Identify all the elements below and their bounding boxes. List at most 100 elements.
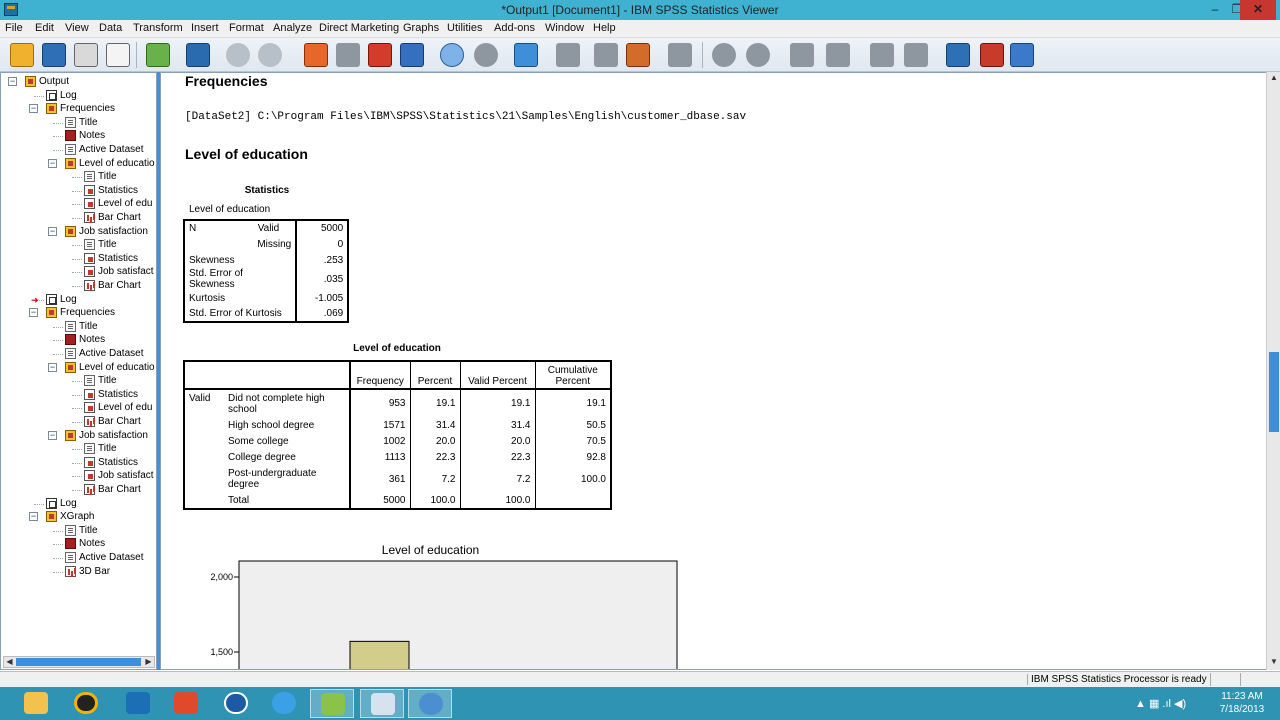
use-sets-icon[interactable] (514, 43, 538, 67)
document-icon (65, 320, 76, 332)
tree-collapse-toggle[interactable]: − (48, 430, 57, 440)
paint-app-icon[interactable] (310, 689, 354, 718)
tree-collapse-toggle[interactable]: − (48, 362, 57, 372)
internet-explorer-icon[interactable] (262, 689, 306, 718)
tree-collapse-toggle[interactable]: − (29, 308, 38, 318)
stat-label: Std. Error of Skewness (189, 268, 243, 290)
taskbar: ▲ ▦ .ıl ◀) 11:23 AM 7/18/2013 (0, 687, 1280, 720)
toolbar-separator (702, 42, 703, 68)
collapse-minus-icon[interactable] (826, 43, 850, 67)
show-icon[interactable] (870, 43, 894, 67)
stat-value: -1.005 (295, 290, 349, 306)
menu-analyze[interactable]: Analyze (273, 22, 312, 34)
menu-add-ons[interactable]: Add-ons (494, 22, 535, 34)
undo-icon[interactable] (226, 43, 250, 67)
scroll-right-arrow-icon[interactable]: ▶ (143, 657, 154, 667)
arrow-left-icon[interactable] (712, 43, 736, 67)
scroll-left-arrow-icon[interactable]: ◀ (4, 657, 15, 667)
scroll-down-arrow-icon[interactable]: ▼ (1267, 656, 1280, 668)
expand-plus-icon[interactable] (790, 43, 814, 67)
menu-data[interactable]: Data (99, 22, 122, 34)
output-heading: Frequencies (185, 73, 268, 89)
table-icon (84, 198, 95, 210)
system-tray[interactable]: ▲ ▦ .ıl ◀) (1135, 697, 1186, 710)
menu-graphs[interactable]: Graphs (403, 22, 439, 34)
run-script-icon[interactable] (626, 43, 650, 67)
redo-icon[interactable] (258, 43, 282, 67)
table-icon (84, 252, 95, 264)
scroll-thumb[interactable] (16, 658, 141, 666)
output-pane[interactable]: Frequencies [DataSet2] C:\Program Files\… (160, 72, 1267, 670)
notes-icon (65, 538, 76, 550)
print-icon[interactable] (74, 43, 98, 67)
minimize-button[interactable]: – (1204, 0, 1226, 20)
tree-horizontal-scrollbar[interactable]: ◀ ▶ (3, 656, 155, 668)
tree-collapse-toggle[interactable]: − (29, 512, 38, 522)
menu-direct-marketing[interactable]: Direct Marketing (319, 22, 399, 34)
find-icon[interactable] (440, 43, 464, 67)
document-icon (65, 552, 76, 563)
menu-help[interactable]: Help (593, 22, 616, 34)
goto-case-icon[interactable] (336, 43, 360, 67)
variables-icon[interactable] (400, 43, 424, 67)
clock[interactable]: 11:23 AM 7/18/2013 (1212, 690, 1272, 716)
book-icon (46, 103, 57, 115)
stat-value: .035 (295, 268, 349, 290)
insert-title-icon[interactable] (946, 43, 970, 67)
menu-edit[interactable]: Edit (35, 22, 54, 34)
hp-icon[interactable] (214, 689, 258, 718)
book-icon (65, 157, 76, 169)
table-icon (84, 470, 95, 482)
menu-transform[interactable]: Transform (133, 22, 183, 34)
menu-format[interactable]: Format (229, 22, 264, 34)
demote-icon[interactable] (594, 43, 618, 67)
close-button[interactable]: ✕ (1240, 0, 1276, 20)
cum-cell: 100.0 (534, 465, 611, 493)
hide-icon[interactable] (904, 43, 928, 67)
menu-utilities[interactable]: Utilities (447, 22, 482, 34)
outline-pane[interactable]: − Output Log − Frequencies Title Notes Active D… (0, 72, 157, 670)
save-icon[interactable] (42, 43, 66, 67)
freq-cell: 953 (349, 389, 410, 417)
photo-app-icon[interactable] (164, 689, 208, 718)
file-explorer-icon[interactable] (14, 689, 58, 718)
show-all-icon[interactable] (474, 43, 498, 67)
print-preview-icon[interactable] (106, 43, 130, 67)
media-player-icon[interactable] (64, 689, 108, 718)
menu-file[interactable]: File (5, 22, 23, 34)
frequency-table[interactable]: Frequency Percent Valid Percent Cumulati… (183, 360, 612, 510)
bar-chart[interactable]: 2,000 1,500 (183, 557, 683, 670)
menu-insert[interactable]: Insert (191, 22, 219, 34)
vertical-scrollbar[interactable]: ▲ ▼ (1266, 72, 1280, 670)
chart-title: Level of education (381, 543, 480, 557)
menu-view[interactable]: View (65, 22, 89, 34)
arrow-right-icon[interactable] (746, 43, 770, 67)
tree-collapse-toggle[interactable]: − (48, 158, 57, 168)
recall-dialog-icon[interactable] (186, 43, 210, 67)
scroll-up-arrow-icon[interactable]: ▲ (1267, 72, 1280, 84)
designate-window-icon[interactable] (1010, 43, 1034, 67)
tree-node-label: Statistics (98, 252, 139, 264)
spss-data-editor-icon[interactable] (360, 689, 404, 718)
plot-area (238, 560, 678, 669)
menu-window[interactable]: Window (545, 22, 584, 34)
insert-heading-icon[interactable] (668, 43, 692, 67)
tree-connector (53, 340, 63, 342)
statistics-table[interactable]: N Valid 5000 Missing 0 Skewness .253 Std.… (183, 219, 350, 323)
tree-collapse-toggle[interactable]: − (48, 226, 57, 236)
promote-icon[interactable] (556, 43, 580, 67)
tree-connector (72, 286, 82, 287)
valid-label: Valid (257, 223, 280, 234)
tree-collapse-toggle[interactable]: − (29, 104, 38, 114)
tree-node-label: 3D Bar (79, 565, 111, 577)
status-divider (1240, 673, 1241, 686)
tree-collapse-toggle[interactable]: − (8, 77, 17, 86)
goto-data-icon[interactable] (304, 43, 328, 67)
export-icon[interactable] (146, 43, 170, 67)
insert-text-icon[interactable] (980, 43, 1004, 67)
scroll-thumb[interactable] (1269, 352, 1279, 432)
spss-viewer-icon[interactable] (408, 689, 452, 718)
open-folder-icon[interactable] (10, 43, 34, 67)
goto-variable-icon[interactable] (368, 43, 392, 67)
rocket-app-icon[interactable] (116, 689, 160, 718)
